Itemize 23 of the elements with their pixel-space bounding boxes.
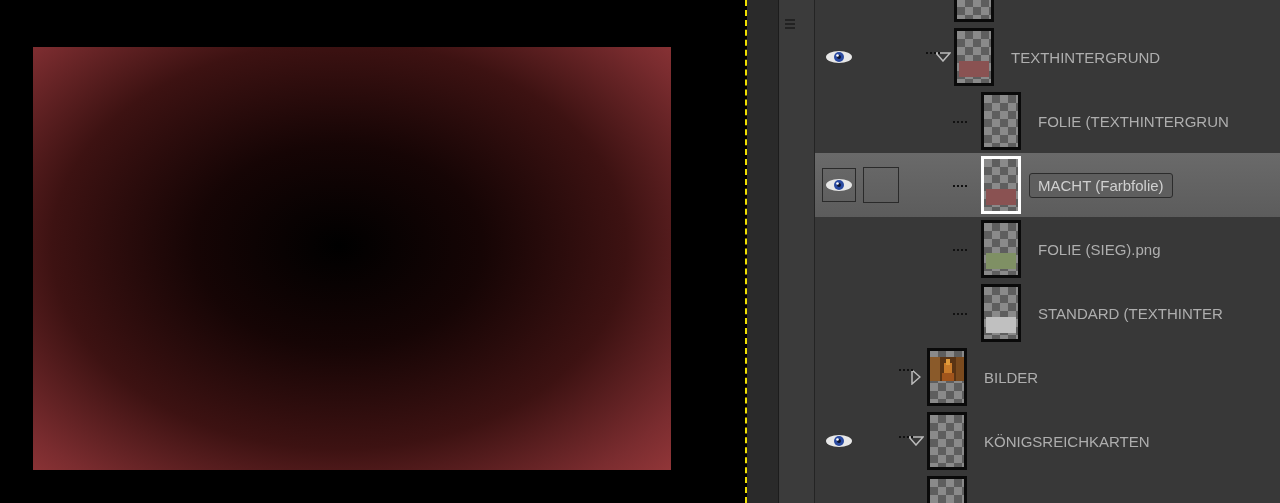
tree-line [953, 185, 967, 187]
eye-icon[interactable] [825, 50, 853, 64]
layer-name: FOLIE (SIEG).png [1037, 239, 1162, 260]
expander-icon[interactable] [908, 436, 924, 446]
chain-toggle[interactable] [863, 167, 899, 203]
layer-name: FOLIE (TEXTHINTERGRUN [1037, 111, 1230, 132]
tree-line [899, 369, 913, 371]
tree-line [953, 313, 967, 315]
layer-name: KÖNIGSREICHKARTEN [983, 431, 1151, 452]
tree-line [899, 436, 913, 438]
eye-icon[interactable] [825, 434, 853, 448]
layer-name: STANDARD (TEXTHINTER [1037, 303, 1224, 324]
expander-icon[interactable] [935, 52, 951, 62]
expander-icon[interactable] [911, 369, 921, 385]
tree-line [953, 249, 967, 251]
layer-name: BILDER [983, 367, 1040, 388]
tree-line [926, 52, 940, 54]
drag-handle-icon[interactable] [785, 18, 795, 30]
layer-name-field[interactable]: MACHT (Farbfolie) [1029, 172, 1173, 198]
eye-icon[interactable] [825, 178, 853, 192]
tree-line [953, 121, 967, 123]
layer-name: TEXTHINTERGRUND [1010, 47, 1162, 68]
selected-layer-row[interactable]: MACHT (Farbfolie) [815, 153, 1280, 217]
